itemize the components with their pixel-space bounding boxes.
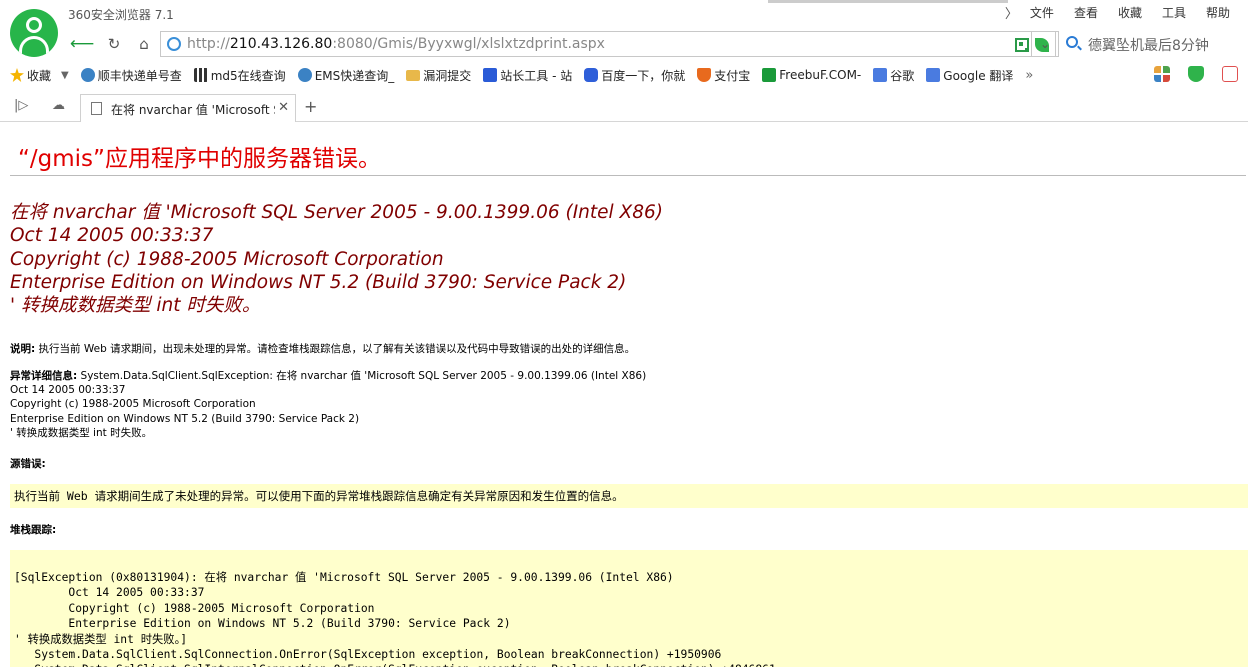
tab-title: 在将 nvarchar 值 'Microsoft SQL Server 2005 [111, 103, 275, 117]
apps-grid-icon[interactable] [1154, 66, 1170, 82]
exception-details: 异常详细信息: System.Data.SqlClient.SqlExcepti… [10, 370, 647, 439]
folder-icon [406, 69, 421, 81]
paw-icon [584, 68, 599, 82]
adblock-icon[interactable] [1222, 66, 1238, 82]
ie-icon [297, 68, 312, 82]
error-heading: 在将 nvarchar 值 'Microsoft SQL Server 2005… [10, 202, 663, 317]
translate-icon [926, 68, 941, 82]
bookmark-favorites[interactable]: 收藏 ▼ [10, 67, 69, 84]
back-arrow-icon[interactable]: ⟵ [70, 32, 94, 56]
top-menu: 〉 文件 查看 收藏 工具 帮助 [1005, 0, 1248, 24]
g-icon [873, 68, 888, 82]
title-bar: 360安全浏览器 7.1 〉 文件 查看 收藏 工具 帮助 [0, 0, 1248, 57]
divider [10, 175, 1246, 176]
search-input[interactable]: 德翼坠机最后8分钟 [1088, 35, 1209, 55]
app-title: 360安全浏览器 7.1 [68, 8, 174, 22]
security-shield-icon[interactable] [1188, 66, 1204, 82]
bookmark-item[interactable]: 站长工具 - 站 [483, 67, 572, 84]
page-icon [91, 102, 102, 115]
address-bar[interactable]: http://210.43.126.80:8080/Gmis/Byyxwgl/x… [160, 31, 1056, 57]
ie-icon [80, 68, 95, 82]
source-error-label: 源错误: [10, 458, 46, 470]
bookmark-item[interactable]: 漏洞提交 [406, 67, 471, 84]
globe-icon [167, 37, 181, 51]
stack-trace-label: 堆栈跟踪: [10, 524, 57, 536]
f-icon [762, 68, 777, 82]
bookmark-item[interactable]: 谷歌 [873, 67, 914, 84]
tab-bar: |▷ ☁ 在将 nvarchar 值 'Microsoft SQL Server… [0, 92, 1248, 122]
bookmark-item[interactable]: Google 翻译 [926, 67, 1013, 84]
source-error-box: 执行当前 Web 请求期间生成了未处理的异常。可以使用下面的异常堆栈跟踪信息确定… [10, 484, 1248, 508]
refresh-icon[interactable]: ↻ [102, 32, 126, 56]
menu-file[interactable]: 文件 [1030, 4, 1054, 21]
bookmark-item[interactable]: 支付宝 [697, 67, 750, 84]
stack-trace-text: [SqlException (0x80131904): 在将 nvarchar … [14, 571, 776, 667]
page-content: “/gmis”应用程序中的服务器错误。 在将 nvarchar 值 'Micro… [0, 123, 1248, 667]
search-icon[interactable] [1066, 36, 1078, 48]
address-dropdown-icon[interactable]: ⌄ [1031, 31, 1059, 57]
double-chevron-right-icon[interactable]: » [1025, 68, 1033, 83]
menu-tools[interactable]: 工具 [1162, 4, 1186, 21]
source-error-text: 执行当前 Web 请求期间生成了未处理的异常。可以使用下面的异常堆栈跟踪信息确定… [14, 489, 624, 503]
cloud-icon[interactable]: ☁ [52, 98, 65, 113]
bookmarks-bar: 收藏 ▼ 顺丰快递单号查 md5在线查询 EMS快递查询_ 漏洞提交 站长工具 -… [0, 62, 1248, 88]
qr-code-icon[interactable] [1015, 38, 1029, 52]
user-avatar-icon[interactable] [10, 9, 58, 57]
shield-icon [697, 68, 712, 82]
home-icon[interactable]: ⌂ [132, 32, 156, 56]
navigation-bar: ⟵ ↻ ⌂ http://210.43.126.80:8080/Gmis/Byy… [0, 28, 1248, 60]
error-description: 说明: 执行当前 Web 请求期间，出现未处理的异常。请检查堆栈跟踪信息，以了解… [10, 343, 636, 355]
search-box[interactable]: 德翼坠机最后8分钟 [1058, 31, 1246, 57]
page-title: “/gmis”应用程序中的服务器错误。 [18, 146, 381, 172]
bookmark-item[interactable]: md5在线查询 [193, 67, 286, 84]
stack-trace-box: [SqlException (0x80131904): 在将 nvarchar … [10, 550, 1248, 667]
menu-view[interactable]: 查看 [1074, 4, 1098, 21]
tool-icon [483, 68, 498, 82]
bookmark-item[interactable]: 百度一下，你就 [584, 67, 685, 84]
tab-active[interactable]: 在将 nvarchar 值 'Microsoft SQL Server 2005… [80, 94, 296, 122]
bookmark-item[interactable]: FreebuF.COM- [762, 68, 861, 82]
bookmark-item[interactable]: 顺丰快递单号查 [80, 67, 182, 84]
grid-icon [193, 68, 208, 82]
sidebar-toggle-icon[interactable]: |▷ [14, 98, 28, 113]
bookmark-item[interactable]: EMS快递查询_ [297, 67, 394, 84]
menu-help[interactable]: 帮助 [1206, 4, 1230, 21]
caret-down-icon: ▼ [61, 69, 69, 81]
menu-favorites[interactable]: 收藏 [1118, 4, 1142, 21]
new-tab-icon[interactable]: + [304, 97, 317, 116]
address-url[interactable]: http://210.43.126.80:8080/Gmis/Byyxwgl/x… [187, 36, 605, 52]
chevron-right-icon[interactable]: 〉 [1005, 3, 1018, 22]
star-icon [10, 68, 24, 82]
toolbar-extensions [1154, 66, 1238, 82]
window-strip [768, 0, 1008, 3]
close-icon[interactable]: ✕ [278, 100, 289, 115]
